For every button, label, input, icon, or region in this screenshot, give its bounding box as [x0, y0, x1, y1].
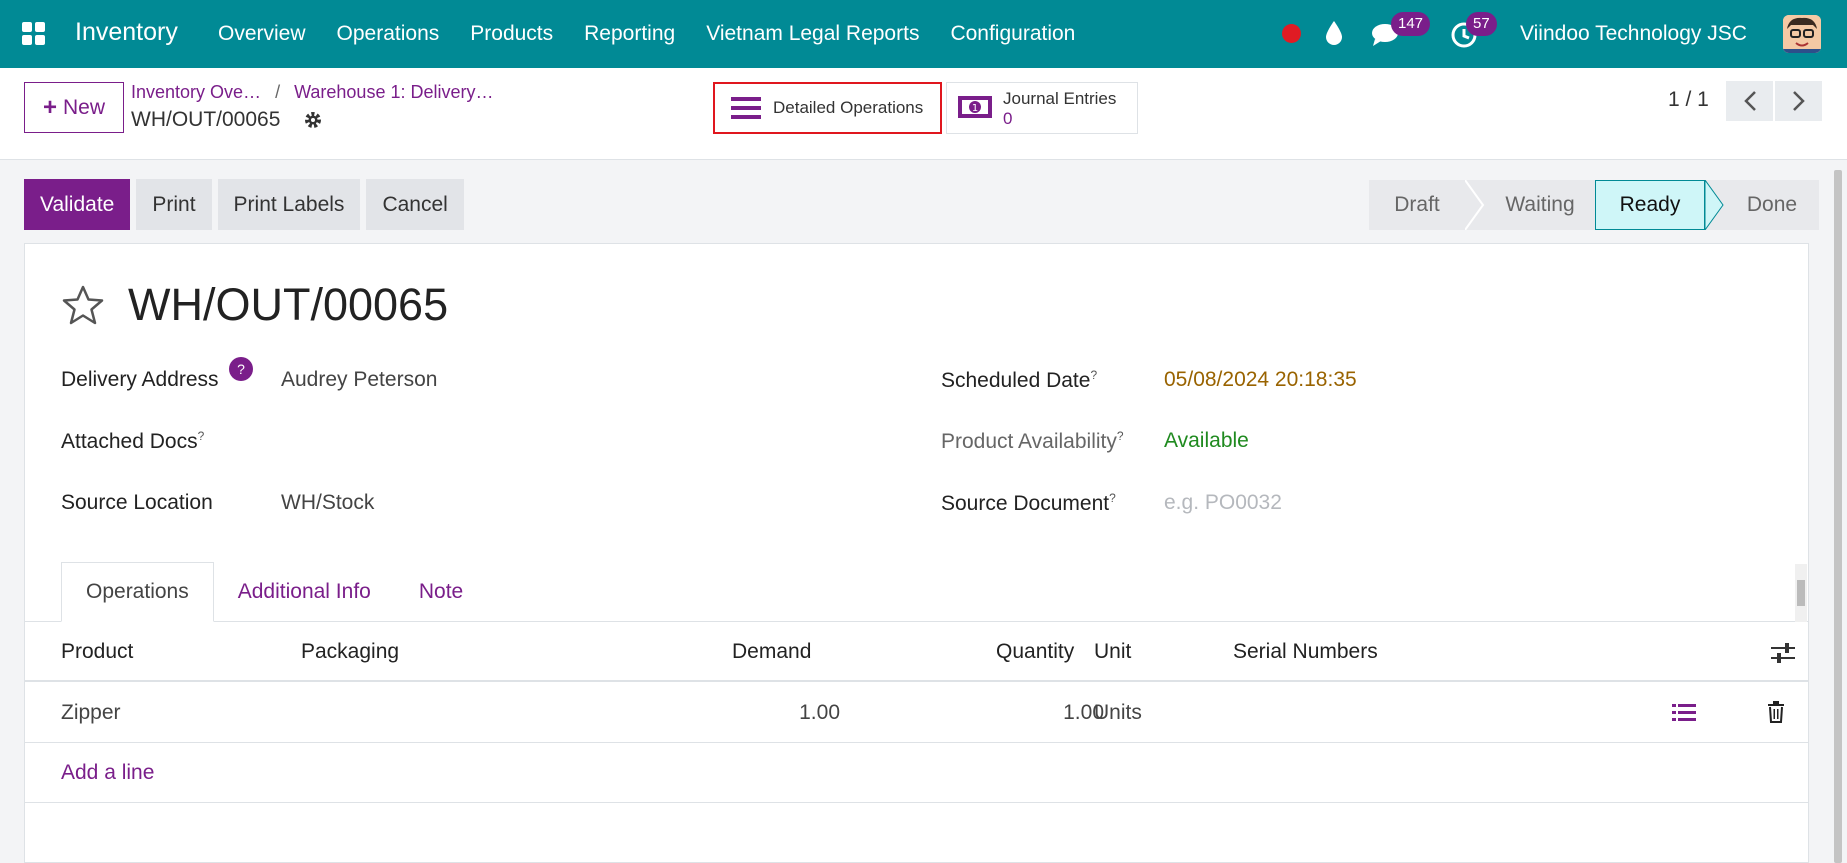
- print-button[interactable]: Print: [136, 179, 212, 230]
- journal-entries-button[interactable]: 1 Journal Entries 0: [946, 82, 1138, 134]
- add-line-row: Add a line: [25, 743, 1808, 803]
- tab-additional-info[interactable]: Additional Info: [214, 562, 395, 622]
- breadcrumb-current-record: WH/OUT/00065: [131, 108, 281, 131]
- product-availability-value: Available: [1164, 429, 1249, 452]
- scheduled-date-field[interactable]: 05/08/2024 20:18:35: [1164, 368, 1357, 392]
- status-divider-icon: [1465, 180, 1485, 230]
- source-location-label: Source Location: [61, 491, 213, 514]
- breadcrumb-separator: /: [275, 82, 281, 102]
- water-drop-icon[interactable]: [1324, 20, 1344, 46]
- inner-scrollbar[interactable]: [1795, 564, 1807, 622]
- top-navbar: Inventory Overview Operations Products R…: [0, 0, 1847, 68]
- status-ready[interactable]: Ready: [1595, 180, 1705, 230]
- detailed-operations-label: Detailed Operations: [773, 98, 924, 117]
- row-demand[interactable]: 1.00: [770, 701, 840, 725]
- messages-count-badge: 147: [1391, 12, 1431, 36]
- pager-next-button[interactable]: [1775, 81, 1822, 121]
- breadcrumb-warehouse-delivery[interactable]: Warehouse 1: Delivery…: [294, 82, 493, 102]
- status-ready-arrow-icon: [1705, 180, 1725, 230]
- column-packaging[interactable]: Packaging: [301, 640, 399, 664]
- tab-operations[interactable]: Operations: [61, 562, 214, 622]
- help-mark[interactable]: ?: [1090, 368, 1097, 382]
- menu-reporting[interactable]: Reporting: [584, 22, 675, 46]
- delivery-address-label: Delivery Address: [61, 368, 219, 391]
- add-a-line-link[interactable]: Add a line: [61, 761, 154, 785]
- plus-icon: +: [42, 93, 57, 121]
- help-mark[interactable]: ?: [1117, 429, 1124, 443]
- status-bar: Draft Waiting Ready Done: [1369, 180, 1819, 230]
- column-serial-numbers[interactable]: Serial Numbers: [1233, 640, 1378, 664]
- column-quantity[interactable]: Quantity: [996, 640, 1074, 664]
- source-location-field[interactable]: WH/Stock: [281, 491, 374, 515]
- star-icon[interactable]: [61, 284, 105, 326]
- money-bill-glyph: 1: [972, 103, 978, 114]
- status-waiting[interactable]: Waiting: [1485, 180, 1595, 230]
- new-button-label: New: [63, 95, 106, 119]
- validate-button[interactable]: Validate: [24, 179, 131, 230]
- source-document-input[interactable]: e.g. PO0032: [1164, 491, 1282, 515]
- company-switcher[interactable]: Viindoo Technology JSC: [1520, 22, 1747, 46]
- column-settings-icon[interactable]: [1771, 642, 1795, 664]
- journal-entries-count: 0: [1003, 109, 1013, 128]
- delivery-address-field[interactable]: Audrey Peterson: [281, 368, 437, 392]
- row-unit[interactable]: Units: [1094, 701, 1142, 725]
- column-unit[interactable]: Unit: [1094, 640, 1131, 664]
- main-menu: Overview Operations Products Reporting V…: [218, 22, 1106, 46]
- pager-value[interactable]: 1 / 1: [1668, 88, 1709, 112]
- list-bars-icon: [731, 97, 761, 119]
- breadcrumb: Inventory Ove… / Warehouse 1: Delivery…: [131, 82, 493, 103]
- chevron-right-icon: [1792, 91, 1805, 111]
- record-title: WH/OUT/00065: [128, 279, 449, 330]
- pager-previous-button[interactable]: [1726, 81, 1773, 121]
- help-icon[interactable]: ?: [229, 357, 253, 381]
- cancel-button[interactable]: Cancel: [366, 179, 464, 230]
- table-row[interactable]: Zipper 1.00 1.00 Units: [25, 684, 1808, 743]
- menu-overview[interactable]: Overview: [218, 22, 306, 46]
- detailed-list-icon[interactable]: [1672, 702, 1696, 724]
- help-mark[interactable]: ?: [198, 429, 205, 443]
- status-draft[interactable]: Draft: [1369, 180, 1465, 230]
- page-scrollbar-thumb[interactable]: [1834, 170, 1842, 863]
- page-scrollbar[interactable]: [1832, 170, 1844, 863]
- product-availability-label: Product Availability?: [941, 429, 1124, 453]
- empty-table-row: [25, 803, 1808, 863]
- help-mark[interactable]: ?: [1109, 491, 1116, 505]
- source-document-label: Source Document?: [941, 491, 1116, 515]
- menu-operations[interactable]: Operations: [337, 22, 440, 46]
- menu-vietnam-legal-reports[interactable]: Vietnam Legal Reports: [706, 22, 919, 46]
- print-labels-button[interactable]: Print Labels: [217, 179, 361, 230]
- breadcrumb-inventory-overview[interactable]: Inventory Ove…: [131, 82, 261, 102]
- column-demand[interactable]: Demand: [732, 640, 811, 664]
- gear-icon[interactable]: [303, 110, 323, 130]
- trash-icon[interactable]: [1767, 701, 1785, 723]
- form-sheet: WH/OUT/00065 Delivery Address ? Audrey P…: [24, 243, 1809, 863]
- control-panel: + New Inventory Ove… / Warehouse 1: Delive…: [0, 68, 1847, 160]
- attached-docs-label: Attached Docs?: [61, 429, 205, 453]
- scheduled-date-label: Scheduled Date?: [941, 368, 1098, 392]
- app-name[interactable]: Inventory: [75, 18, 178, 47]
- status-done[interactable]: Done: [1725, 180, 1819, 230]
- menu-configuration[interactable]: Configuration: [950, 22, 1075, 46]
- attached-docs-field[interactable]: [281, 429, 781, 455]
- activities-count-badge: 57: [1466, 12, 1497, 36]
- new-button[interactable]: + New: [24, 82, 124, 133]
- column-product[interactable]: Product: [61, 640, 133, 664]
- table-header: Product Packaging Demand Quantity Unit S…: [25, 622, 1808, 682]
- form-action-bar: Validate Print Print Labels Cancel: [24, 179, 464, 230]
- detailed-operations-button[interactable]: Detailed Operations: [713, 82, 942, 134]
- tab-note[interactable]: Note: [395, 562, 487, 622]
- recording-indicator-icon[interactable]: [1282, 24, 1301, 43]
- money-bill-icon: 1: [958, 96, 992, 118]
- user-avatar[interactable]: [1783, 15, 1821, 53]
- apps-menu-icon[interactable]: [22, 22, 46, 46]
- row-product[interactable]: Zipper: [61, 701, 121, 725]
- journal-entries-label: Journal Entries: [1003, 89, 1117, 108]
- chevron-left-icon: [1743, 91, 1756, 111]
- notebook-tabs: Operations Additional Info Note: [61, 562, 487, 622]
- menu-products[interactable]: Products: [470, 22, 553, 46]
- inner-scrollbar-thumb[interactable]: [1797, 580, 1805, 606]
